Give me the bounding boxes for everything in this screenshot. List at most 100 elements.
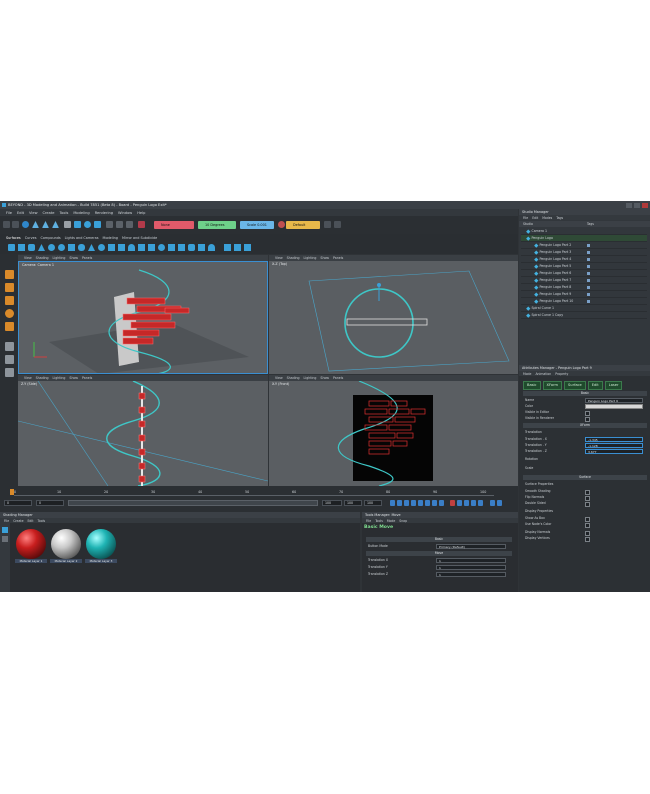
torus-icon[interactable] [58, 244, 65, 251]
vp3-menu-show[interactable]: Show [69, 376, 78, 380]
disc-icon[interactable] [98, 244, 105, 251]
studio-item[interactable]: Spiral Curve 1 Copy [521, 312, 647, 319]
arc-icon[interactable] [208, 244, 215, 251]
panel-2-icon[interactable] [334, 221, 341, 228]
tag-check-icon[interactable] [587, 285, 590, 289]
vp3-menu-lighting[interactable]: Lighting [53, 376, 66, 380]
vp2-menu-panels[interactable]: Panels [333, 256, 343, 260]
sound-icon[interactable] [478, 500, 483, 506]
landscape-icon[interactable] [198, 244, 205, 251]
tab-modeling[interactable]: Modeling [103, 236, 118, 240]
sm-menu-create[interactable]: Create [13, 519, 23, 523]
star-icon[interactable] [138, 244, 145, 251]
am-double-sided-checkbox[interactable] [585, 501, 590, 507]
viewport-side[interactable]: Z-Y (Side) [18, 381, 268, 486]
am-translation-group[interactable]: Translation [525, 429, 647, 435]
loop-icon[interactable] [471, 500, 476, 506]
gear-shape-icon[interactable] [234, 244, 241, 251]
studio-item[interactable]: Penguin Logo Part 7 [521, 277, 647, 284]
vp1-menu-show[interactable]: Show [69, 256, 78, 260]
tag-check-icon[interactable] [587, 271, 590, 275]
stm-menu-edit[interactable]: Edit [532, 216, 538, 220]
vp3-menu-shading[interactable]: Shading [36, 376, 49, 380]
am-display-properties-group[interactable]: Display Properties [525, 508, 647, 514]
cone-shape-icon[interactable] [38, 244, 45, 251]
am-visible-renderer-checkbox[interactable] [585, 416, 590, 422]
vp2-menu-lighting[interactable]: Lighting [304, 256, 317, 260]
tm-translation-z-field[interactable]: 1 [436, 571, 506, 577]
vp2-menu-shading[interactable]: Shading [287, 256, 300, 260]
tube-icon[interactable] [68, 244, 75, 251]
am-menu-mode[interactable]: Mode [523, 372, 531, 376]
maximize-icon[interactable] [634, 203, 640, 208]
auto-key-icon[interactable] [457, 500, 462, 506]
redo-icon[interactable] [12, 221, 19, 228]
cone-icon[interactable] [32, 221, 39, 228]
vp1-menu-view[interactable]: View [24, 256, 32, 260]
studio-item[interactable]: Penguin Logo Part 9 [521, 291, 647, 298]
tm-menu-mode[interactable]: Mode [387, 519, 395, 523]
gem-icon[interactable] [108, 244, 115, 251]
stm-menu-file[interactable]: File [523, 216, 528, 220]
sm-menu-edit[interactable]: Edit [27, 519, 33, 523]
vp2-menu-view[interactable]: View [275, 256, 283, 260]
record-key-icon[interactable] [450, 500, 455, 506]
snap-mode-select[interactable]: None [154, 221, 194, 229]
next-frame-icon[interactable] [425, 500, 430, 506]
light-icon[interactable] [116, 221, 123, 228]
sm-menu-tools[interactable]: Tools [37, 519, 45, 523]
vp1-menu-shading[interactable]: Shading [36, 256, 49, 260]
menu-rendering[interactable]: Rendering [95, 211, 113, 215]
select-tool-icon[interactable] [5, 270, 14, 279]
studio-item[interactable]: Spiral Curve 1 [521, 305, 647, 312]
vp1-menu-panels[interactable]: Panels [82, 256, 92, 260]
teapot-icon[interactable] [188, 244, 195, 251]
tab-lights-and-cameras[interactable]: Lights and Cameras [65, 236, 99, 240]
studio-item[interactable]: Penguin Logo [521, 235, 647, 242]
capsule-icon[interactable] [78, 244, 85, 251]
snap-icon[interactable] [138, 221, 145, 228]
menu-file[interactable]: File [6, 211, 12, 215]
vp1-menu-lighting[interactable]: Lighting [53, 256, 66, 260]
am-translation-z-field[interactable]: 3.677 [585, 448, 643, 454]
grid-icon[interactable] [106, 221, 113, 228]
sphere-icon[interactable] [48, 244, 55, 251]
am-surface-properties-group[interactable]: Surface Properties [525, 481, 647, 487]
menu-help[interactable]: Help [137, 211, 145, 215]
knife-tool-icon[interactable] [5, 342, 14, 351]
max-frame-field[interactable]: 100 [364, 500, 382, 506]
menu-window[interactable]: Window [118, 211, 132, 215]
vp4-menu-view[interactable]: View [275, 376, 283, 380]
timeline-ruler[interactable]: 0 10 20 30 40 50 60 70 80 90 100 [14, 489, 494, 496]
menu-edit[interactable]: Edit [17, 211, 24, 215]
viewport-camera[interactable]: Camera: Camera 1 [18, 261, 268, 374]
studio-item[interactable]: Penguin Logo Part 6 [521, 270, 647, 277]
menu-view[interactable]: View [29, 211, 38, 215]
tab-compounds[interactable]: Compounds [40, 236, 60, 240]
material-swatch-1[interactable]: Material Layer 1 [15, 529, 47, 567]
scale-snap-select[interactable]: Scale 0.001 [240, 221, 274, 229]
stm-menu-tags[interactable]: Tags [556, 216, 563, 220]
move-tool-icon[interactable] [5, 283, 14, 292]
undo-icon[interactable] [3, 221, 10, 228]
studio-item[interactable]: Penguin Logo Part 8 [521, 284, 647, 291]
tm-menu-file[interactable]: File [366, 519, 371, 523]
tag-check-icon[interactable] [587, 299, 590, 303]
rotate-icon[interactable] [84, 221, 91, 228]
am-translation-x-field[interactable]: -1.345 [585, 436, 643, 442]
vp4-menu-panels[interactable]: Panels [333, 376, 343, 380]
arrow-icon[interactable] [64, 221, 71, 228]
pyramid-icon[interactable] [42, 221, 49, 228]
material-swatch-3[interactable]: Material Layer 3 [85, 529, 117, 567]
play-icon[interactable] [418, 500, 423, 506]
menu-tools[interactable]: Tools [59, 211, 68, 215]
material-swatch-2[interactable]: Material Layer 2 [50, 529, 82, 567]
vp4-menu-lighting[interactable]: Lighting [304, 376, 317, 380]
tag-check-icon[interactable] [587, 264, 590, 268]
layout-select[interactable]: Default [286, 221, 320, 229]
studio-item[interactable]: Penguin Logo Part 10 [521, 298, 647, 305]
brush-tool-icon[interactable] [5, 355, 14, 364]
range-slider[interactable] [68, 500, 318, 506]
timeline-options-icon[interactable] [490, 500, 495, 506]
studio-item[interactable]: Penguin Logo Part 2 [521, 242, 647, 249]
